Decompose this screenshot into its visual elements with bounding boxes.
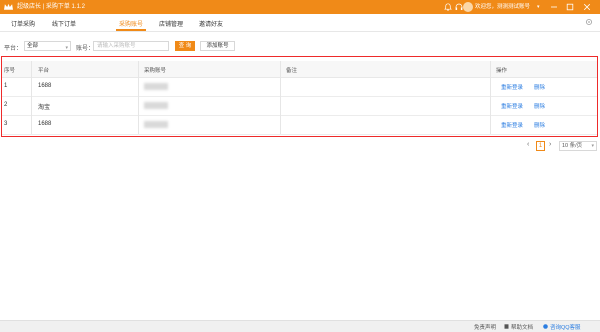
qq-support-link[interactable]: 咨询QQ客服 [550, 323, 581, 331]
avatar[interactable] [463, 2, 473, 12]
add-account-button[interactable]: 添加账号 [200, 41, 235, 51]
prev-page-icon[interactable]: ‹ [527, 141, 529, 148]
tab-invite-friends[interactable]: 邀请好友 [199, 19, 223, 28]
status-footer: 免责声明 帮助文档 咨询QQ客服 [0, 320, 600, 332]
minimize-icon[interactable] [550, 3, 558, 11]
user-greeting[interactable]: 欢迎您，测测测试账号 [475, 3, 530, 11]
filter-bar: 平台： 全部 ▾ 账号： 请输入采购账号 查 询 添加账号 [0, 41, 600, 53]
query-button[interactable]: 查 询 [175, 41, 195, 51]
headset-icon[interactable] [455, 3, 463, 11]
page-size-value: 10 条/页 [562, 143, 583, 149]
app-title: 超级店长 | 采购下单 1.1.2 [17, 4, 85, 10]
help-docs-link[interactable]: 帮助文档 [511, 323, 533, 331]
platform-select-value: 全部 [27, 43, 39, 49]
bell-icon[interactable] [444, 3, 452, 11]
chevron-down-icon: ▾ [591, 143, 594, 149]
main-tabs: 订单采购 线下订单 采购账号 店铺管理 邀请好友 [0, 14, 600, 32]
tab-purchase-accounts[interactable]: 采购账号 [119, 19, 143, 28]
chevron-down-icon[interactable]: ▾ [537, 3, 540, 11]
crown-logo-icon [4, 3, 13, 10]
gear-icon[interactable] [585, 18, 593, 26]
disclaimer-link[interactable]: 免责声明 [474, 323, 496, 331]
platform-select[interactable]: 全部 ▾ [24, 41, 71, 51]
close-icon[interactable] [583, 3, 591, 11]
tab-order-purchase[interactable]: 订单采购 [11, 19, 35, 28]
next-page-icon[interactable]: › [549, 141, 551, 148]
active-tab-indicator [116, 29, 146, 31]
platform-label: 平台： [4, 46, 23, 52]
document-icon [504, 324, 509, 329]
page-size-select[interactable]: 10 条/页 ▾ [559, 141, 597, 151]
highlight-frame [1, 56, 598, 137]
tab-offline-orders[interactable]: 线下订单 [52, 19, 76, 28]
page-number-current[interactable]: 1 [536, 141, 545, 151]
chevron-down-icon: ▾ [65, 45, 68, 51]
account-label: 账号： [76, 46, 95, 52]
qq-icon [543, 324, 548, 329]
account-search-input[interactable]: 请输入采购账号 [93, 41, 169, 51]
maximize-icon[interactable] [566, 3, 574, 11]
tab-shop-management[interactable]: 店铺管理 [159, 19, 183, 28]
title-bar: 超级店长 | 采购下单 1.1.2 欢迎您，测测测试账号 ▾ [0, 0, 600, 14]
